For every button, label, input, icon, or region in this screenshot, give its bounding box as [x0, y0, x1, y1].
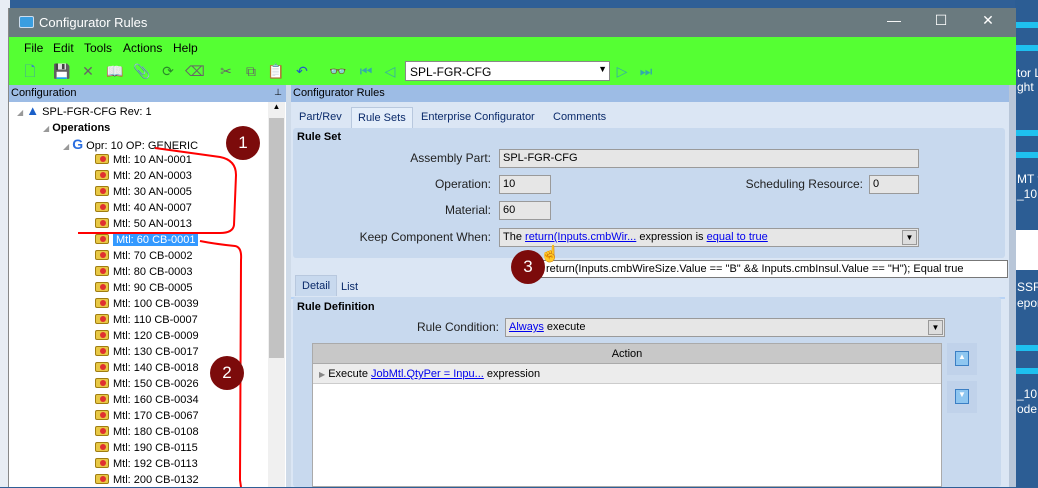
expression-tooltip: return(Inputs.cmbWireSize.Value == "B" &…	[541, 260, 1008, 278]
annotation-badge-1: 1	[226, 126, 260, 160]
hand-cursor-icon: ☝	[540, 246, 560, 263]
annotation-ink	[78, 147, 243, 487]
annotation-badge-2: 2	[210, 356, 244, 390]
annotation-bracket-1	[78, 147, 238, 234]
